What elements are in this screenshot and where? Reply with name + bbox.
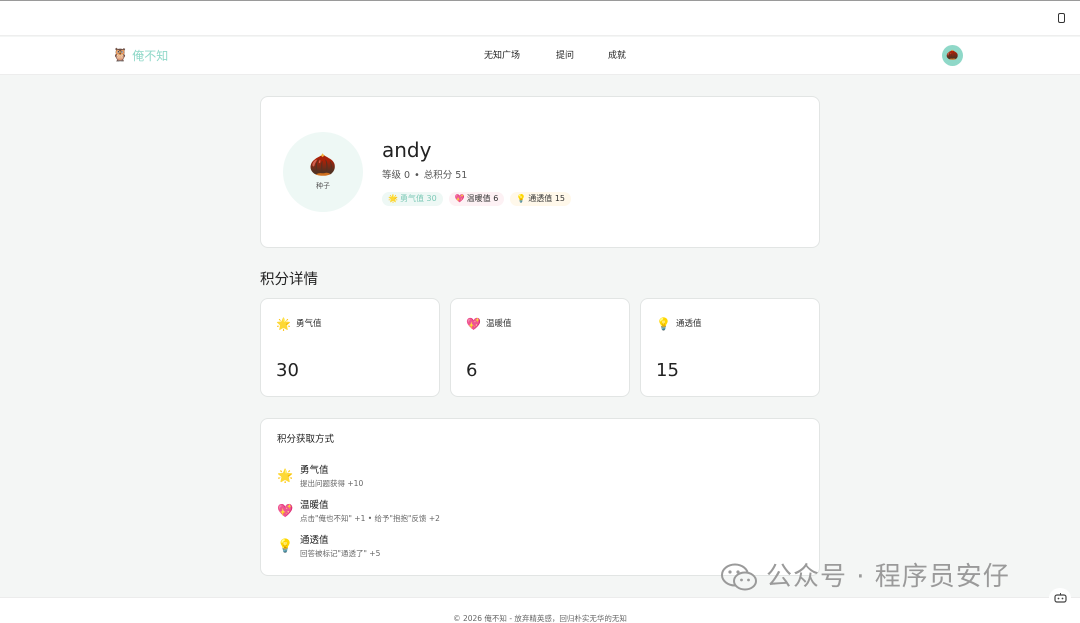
stat-label: 温暖值 (485, 319, 512, 329)
wechat-icon (721, 563, 757, 591)
heart-icon: 💖 (454, 194, 465, 203)
top-navbar: 🦉 俺不知 无知广场 提问 成就 🌰 (0, 37, 1080, 75)
warmth-stat-card: 💖 温暖值 6 (450, 298, 630, 397)
clarity-badge: 💡 通透值 15 (510, 192, 572, 206)
profile-meta: 等级 0 • 总积分 51 (382, 169, 467, 183)
stat-label: 通透值 (675, 319, 702, 329)
nav-link-square[interactable]: 无知广场 (484, 49, 520, 63)
profile-card: 🌰 种子 andy 等级 0 • 总积分 51 🌟 勇气值 30 💖 温暖值 6 💡… (260, 96, 820, 248)
level-text: 等级 0 (382, 170, 411, 181)
clarity-stat-card: 💡 通透值 15 (640, 298, 820, 397)
stat-label: 勇气值 (295, 319, 322, 329)
separator-dot: • (414, 170, 420, 181)
chestnut-icon: 🌰 (946, 50, 959, 61)
courage-stat-card: 🌟 勇气值 30 (260, 298, 440, 397)
stat-value: 15 (656, 360, 679, 381)
profile-avatar: 🌰 种子 (283, 132, 363, 212)
earn-methods-card: 积分获取方式 🌟 勇气值 提出问题获得 +10 💖 温暖值 点击"俺也不知" +… (260, 418, 820, 576)
lightbulb-icon: 💡 (277, 539, 294, 554)
clarity-badge-text: 通透值 15 (528, 194, 566, 203)
user-avatar-button[interactable]: 🌰 (942, 45, 963, 66)
footer: © 2026 俺不知 - 放弃精英感，回归朴实无华的无知 (0, 597, 1080, 623)
top-strip (0, 0, 1080, 36)
stat-value: 6 (466, 360, 478, 381)
earn-desc: 回答被标记"通透了" +5 (300, 549, 381, 558)
earn-desc: 点击"俺也不知" +1 • 给予"抱抱"反馈 +2 (300, 514, 440, 523)
level-name: 种子 (316, 182, 330, 190)
courage-badge: 🌟 勇气值 30 (382, 192, 443, 206)
earn-row-courage: 🌟 勇气值 提出问题获得 +10 (277, 464, 363, 490)
warmth-badge-text: 温暖值 6 (466, 194, 499, 203)
nav-link-achievements[interactable]: 成就 (608, 49, 626, 63)
earn-name: 勇气值 (300, 465, 329, 476)
stat-value: 30 (276, 360, 299, 381)
watermark-text: 公众号 · 程序员安仔 (766, 562, 1010, 592)
copyright-text: © 2026 俺不知 - 放弃精英感，回归朴实无华的无知 (453, 614, 627, 623)
earn-name: 通透值 (300, 535, 329, 546)
heart-icon: 💖 (466, 317, 481, 331)
nav-link-ask[interactable]: 提问 (556, 49, 574, 63)
courage-badge-text: 勇气值 30 (399, 194, 437, 203)
heart-icon: 💖 (277, 504, 294, 519)
chat-bot-icon (1053, 592, 1067, 603)
brand-name: 俺不知 (132, 49, 169, 63)
points-details-title: 积分详情 (260, 272, 318, 288)
chestnut-icon: 🌰 (309, 153, 337, 178)
total-points-text: 总积分 51 (423, 170, 468, 181)
owl-logo-icon: 🦉 (112, 48, 129, 63)
star-icon: 🌟 (276, 317, 291, 331)
watermark: 公众号 · 程序员安仔 (720, 560, 1010, 594)
phone-icon[interactable] (1058, 13, 1065, 23)
earn-row-warmth: 💖 温暖值 点击"俺也不知" +1 • 给予"抱抱"反馈 +2 (277, 499, 440, 525)
warmth-badge: 💖 温暖值 6 (448, 192, 505, 206)
nav-links: 无知广场 提问 成就 (484, 49, 626, 63)
earn-name: 温暖值 (300, 500, 329, 511)
points-badges: 🌟 勇气值 30 💖 温暖值 6 💡 通透值 15 (382, 192, 572, 206)
chat-bot-button[interactable] (1049, 588, 1071, 608)
earn-methods-title: 积分获取方式 (277, 434, 335, 445)
earn-row-clarity: 💡 通透值 回答被标记"通透了" +5 (277, 534, 380, 560)
earn-desc: 提出问题获得 +10 (300, 479, 364, 488)
star-icon: 🌟 (388, 194, 398, 203)
brand[interactable]: 🦉 俺不知 (112, 47, 168, 65)
star-icon: 🌟 (277, 469, 294, 484)
lightbulb-icon: 💡 (656, 317, 671, 331)
lightbulb-icon: 💡 (516, 194, 527, 203)
username: andy (382, 138, 432, 162)
